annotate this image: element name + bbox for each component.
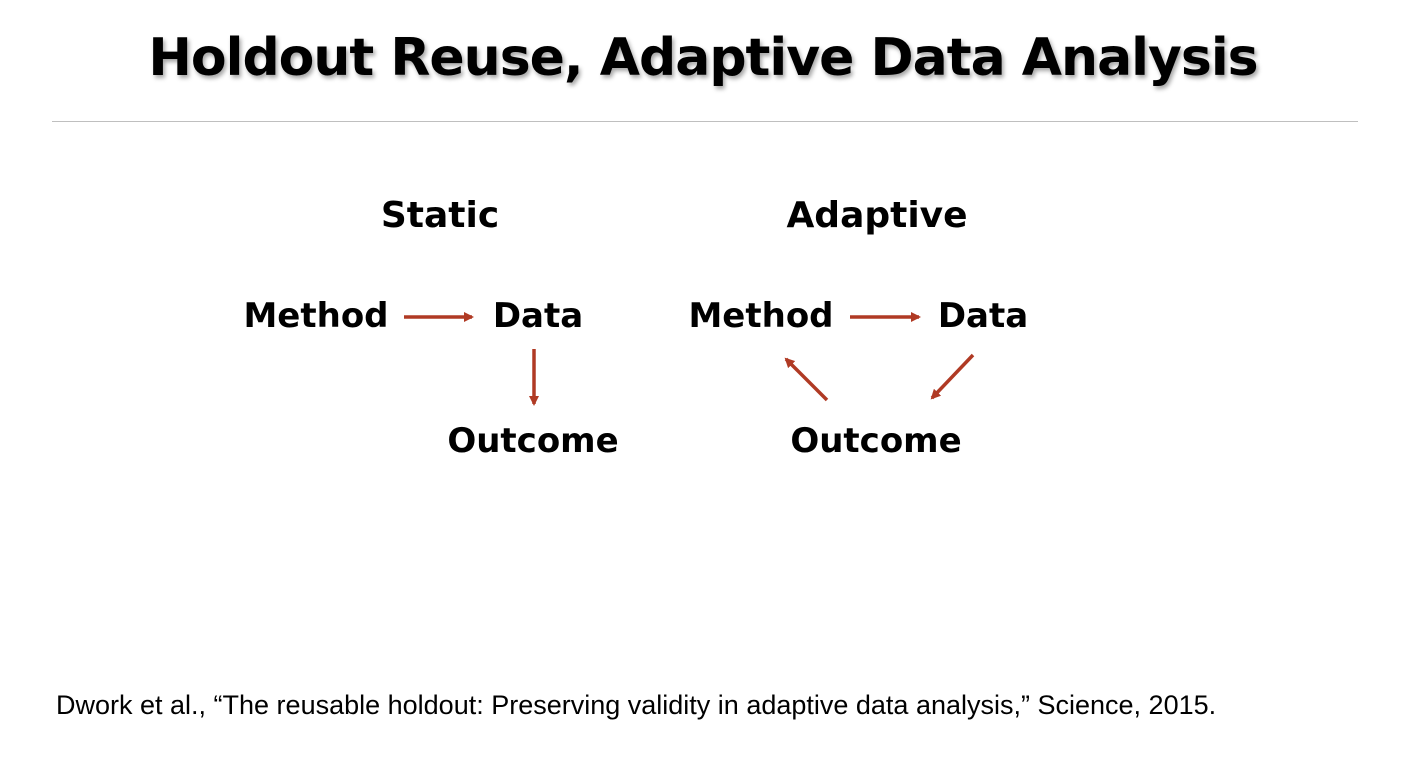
arrows-layer	[404, 312, 975, 406]
citation: Dwork et al., “The reusable holdout: Pre…	[56, 690, 1217, 720]
adaptive-outcome-to-method-arrow	[784, 357, 829, 402]
adaptive-data-to-outcome-arrow	[930, 353, 975, 400]
